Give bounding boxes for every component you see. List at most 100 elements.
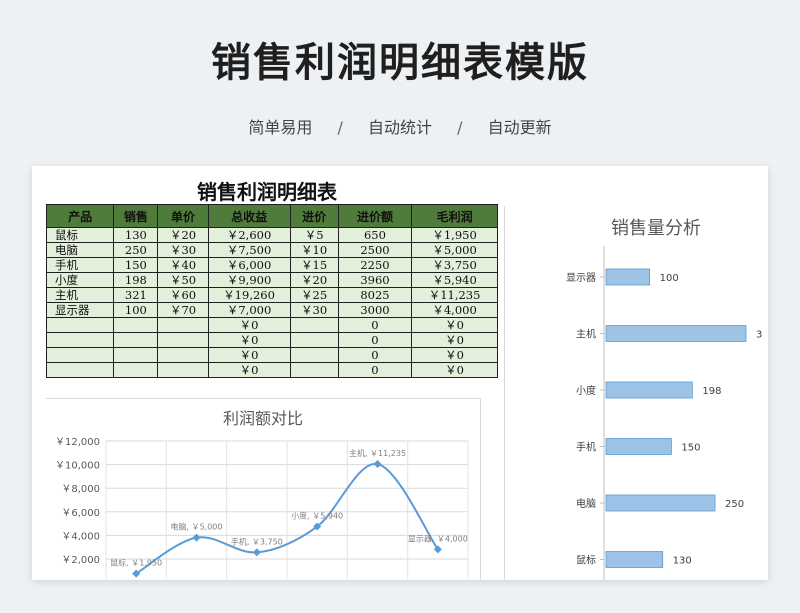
cell-cost-price[interactable]	[289, 347, 339, 363]
cell-revenue[interactable]: ￥0	[207, 362, 291, 378]
cell-revenue[interactable]: ￥9,900	[207, 272, 291, 288]
cell-product[interactable]	[45, 347, 115, 363]
table-row: ￥0 0 ￥0	[45, 347, 498, 363]
cell-revenue[interactable]: ￥19,260	[207, 287, 291, 303]
sales-chart-title: 销售量分析	[611, 218, 701, 239]
cell-revenue[interactable]: ￥6,000	[207, 257, 291, 273]
cell-cost-price[interactable]: ￥25	[289, 287, 339, 303]
cell-cost-price[interactable]: ￥5	[289, 227, 339, 243]
cell-gross-profit[interactable]: ￥11,235	[411, 287, 498, 303]
cell-cost-price[interactable]	[289, 317, 339, 333]
cell-product[interactable]: 电脑	[45, 242, 115, 258]
cell-product[interactable]: 鼠标	[45, 227, 115, 243]
cell-cost-amount[interactable]: 0	[337, 332, 413, 348]
table-header-row: 产品 销售 单价 总收益 进价 进价额 毛利润	[45, 204, 498, 228]
cell-revenue[interactable]: ￥2,600	[207, 227, 291, 243]
cell-price[interactable]	[157, 317, 209, 333]
cell-revenue[interactable]: ￥0	[207, 317, 291, 333]
sales-bar	[605, 325, 747, 342]
cell-cost-amount[interactable]: 3960	[337, 272, 413, 288]
cell-revenue[interactable]: ￥7,000	[207, 302, 291, 318]
y-tick-label: ￥8,000	[61, 484, 100, 495]
cell-cost-price[interactable]: ￥20	[289, 272, 339, 288]
bar-category-label: 鼠标	[576, 554, 596, 567]
cell-price[interactable]: ￥20	[157, 227, 209, 243]
data-label: 鼠标, ￥1,950	[110, 558, 162, 568]
cell-cost-price[interactable]: ￥10	[289, 242, 339, 258]
cell-cost-price[interactable]	[289, 332, 339, 348]
cell-price[interactable]: ￥30	[157, 242, 209, 258]
cell-price[interactable]: ￥50	[157, 272, 209, 288]
table-row: ￥0 0 ￥0	[45, 317, 498, 333]
col-header-price: 单价	[157, 204, 209, 228]
table-row: ￥0 0 ￥0	[45, 332, 498, 348]
cell-cost-amount[interactable]: 8025	[337, 287, 413, 303]
cell-revenue[interactable]: ￥7,500	[207, 242, 291, 258]
cell-product[interactable]	[45, 362, 115, 378]
table-row: 手机 150 ￥40 ￥6,000 ￥15 2250 ￥3,750	[45, 257, 498, 273]
bar-value-label: 321	[756, 330, 762, 341]
cell-gross-profit[interactable]: ￥3,750	[411, 257, 498, 273]
sales-bar-chart: 显示器 100 主机 321 小度 198 手机 150 电脑 250 鼠标 130	[566, 246, 762, 580]
data-point-marker	[192, 533, 201, 542]
cell-cost-price[interactable]	[289, 362, 339, 378]
cell-gross-profit[interactable]: ￥0	[411, 347, 498, 363]
tag-separator: /	[457, 118, 463, 137]
cell-sales[interactable]: 150	[113, 257, 159, 273]
profit-line-chart: ￥2,000 ￥4,000 ￥6,000 ￥8,000 ￥10,000 ￥12,000 鼠标…	[55, 437, 469, 579]
cell-revenue[interactable]: ￥0	[207, 347, 291, 363]
bar-value-label: 150	[681, 443, 700, 454]
data-label: 显示器, ￥4,000	[408, 534, 468, 543]
cell-product[interactable]: 显示器	[45, 302, 115, 318]
cell-product[interactable]	[45, 317, 115, 333]
data-label: 电脑, ￥5,000	[171, 522, 223, 532]
cell-cost-amount[interactable]: 0	[337, 362, 413, 378]
cell-product[interactable]	[45, 332, 115, 348]
cell-cost-amount[interactable]: 0	[337, 347, 413, 363]
cell-price[interactable]: ￥70	[157, 302, 209, 318]
bar-category-label: 主机	[576, 328, 596, 341]
cell-sales[interactable]: 198	[113, 272, 159, 288]
bar-value-label: 100	[660, 273, 679, 284]
cell-gross-profit[interactable]: ￥0	[411, 317, 498, 333]
cell-product[interactable]: 主机	[45, 287, 115, 303]
cell-cost-amount[interactable]: 0	[337, 317, 413, 333]
cell-cost-amount[interactable]: 650	[337, 227, 413, 243]
tagline: 简单易用 / 自动统计 / 自动更新	[0, 114, 800, 138]
tag-auto-update: 自动更新	[487, 118, 552, 137]
cell-sales[interactable]: 100	[113, 302, 159, 318]
panel-divider	[504, 206, 505, 580]
cell-gross-profit[interactable]: ￥5,000	[411, 242, 498, 258]
cell-revenue[interactable]: ￥0	[207, 332, 291, 348]
cell-sales[interactable]	[113, 347, 159, 363]
cell-sales[interactable]	[113, 317, 159, 333]
cell-cost-amount[interactable]: 2500	[337, 242, 413, 258]
tag-separator: /	[337, 118, 343, 137]
cell-product[interactable]: 手机	[45, 257, 115, 273]
cell-gross-profit[interactable]: ￥0	[411, 332, 498, 348]
cell-cost-amount[interactable]: 3000	[337, 302, 413, 318]
sales-bar	[605, 268, 651, 286]
col-header-revenue: 总收益	[207, 204, 291, 228]
cell-sales[interactable]	[113, 332, 159, 348]
cell-product[interactable]: 小度	[45, 272, 115, 288]
cell-sales[interactable]	[113, 362, 159, 378]
cell-gross-profit[interactable]: ￥4,000	[411, 302, 498, 318]
cell-price[interactable]	[157, 362, 209, 378]
cell-gross-profit[interactable]: ￥5,940	[411, 272, 498, 288]
cell-price[interactable]: ￥60	[157, 287, 209, 303]
cell-gross-profit[interactable]: ￥0	[411, 362, 498, 378]
cell-price[interactable]: ￥40	[157, 257, 209, 273]
y-tick-label: ￥4,000	[61, 531, 100, 542]
cell-price[interactable]	[157, 332, 209, 348]
bar-category-label: 手机	[576, 441, 596, 454]
cell-gross-profit[interactable]: ￥1,950	[411, 227, 498, 243]
cell-sales[interactable]: 250	[113, 242, 159, 258]
cell-cost-price[interactable]: ￥15	[289, 257, 339, 273]
cell-price[interactable]	[157, 347, 209, 363]
cell-sales[interactable]: 130	[113, 227, 159, 243]
cell-cost-price[interactable]: ￥30	[289, 302, 339, 318]
cell-sales[interactable]: 321	[113, 287, 159, 303]
y-tick-label: ￥10,000	[55, 461, 100, 472]
cell-cost-amount[interactable]: 2250	[337, 257, 413, 273]
